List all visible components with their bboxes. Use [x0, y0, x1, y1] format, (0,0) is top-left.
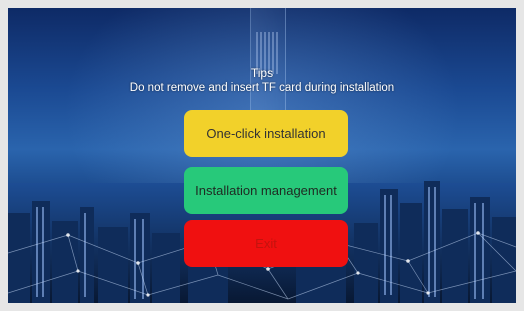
exit-label: Exit — [255, 236, 277, 251]
one-click-installation-label: One-click installation — [206, 126, 326, 141]
one-click-installation-button[interactable]: One-click installation — [184, 110, 348, 157]
dialog-message: Do not remove and insert TF card during … — [129, 82, 395, 94]
device-frame: Tips Do not remove and insert TF card du… — [0, 0, 524, 311]
screen: Tips Do not remove and insert TF card du… — [8, 8, 516, 303]
installation-management-label: Installation management — [195, 183, 337, 198]
installation-management-button[interactable]: Installation management — [184, 167, 348, 214]
exit-button[interactable]: Exit — [184, 220, 348, 267]
dialog-title: Tips — [250, 66, 274, 80]
